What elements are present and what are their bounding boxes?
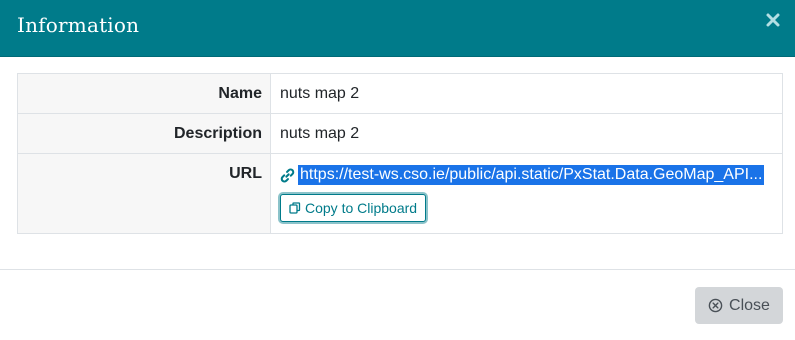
description-value: nuts map 2 — [270, 113, 783, 154]
copy-to-clipboard-button[interactable]: Copy to Clipboard — [280, 194, 427, 222]
url-cell: https://test-ws.cso.ie/public/api.static… — [270, 153, 783, 234]
table-row-description: Description nuts map 2 — [17, 113, 783, 154]
name-value: nuts map 2 — [270, 73, 783, 114]
url-label: URL — [17, 153, 271, 234]
close-button-label: Close — [729, 296, 770, 314]
url-link[interactable]: https://test-ws.cso.ie/public/api.static… — [298, 165, 765, 185]
description-label: Description — [17, 113, 271, 154]
modal-footer: Close — [0, 269, 795, 340]
copy-icon — [289, 202, 301, 214]
table-row-url: URL https://test-ws.cso.ie/public/api.st… — [17, 153, 783, 234]
link-icon — [280, 167, 295, 183]
information-modal: Information Name nuts map 2 Description … — [0, 0, 795, 339]
modal-title: Information — [17, 13, 140, 37]
circle-x-icon — [708, 298, 723, 313]
name-label: Name — [17, 73, 271, 114]
table-row-name: Name nuts map 2 — [17, 73, 783, 114]
close-button[interactable]: Close — [695, 287, 783, 324]
copy-button-label: Copy to Clipboard — [305, 200, 418, 216]
close-icon[interactable] — [765, 12, 781, 28]
modal-body: Name nuts map 2 Description nuts map 2 U… — [0, 57, 795, 269]
info-table: Name nuts map 2 Description nuts map 2 U… — [17, 73, 783, 234]
modal-header: Information — [0, 0, 795, 57]
url-line: https://test-ws.cso.ie/public/api.static… — [280, 165, 770, 185]
